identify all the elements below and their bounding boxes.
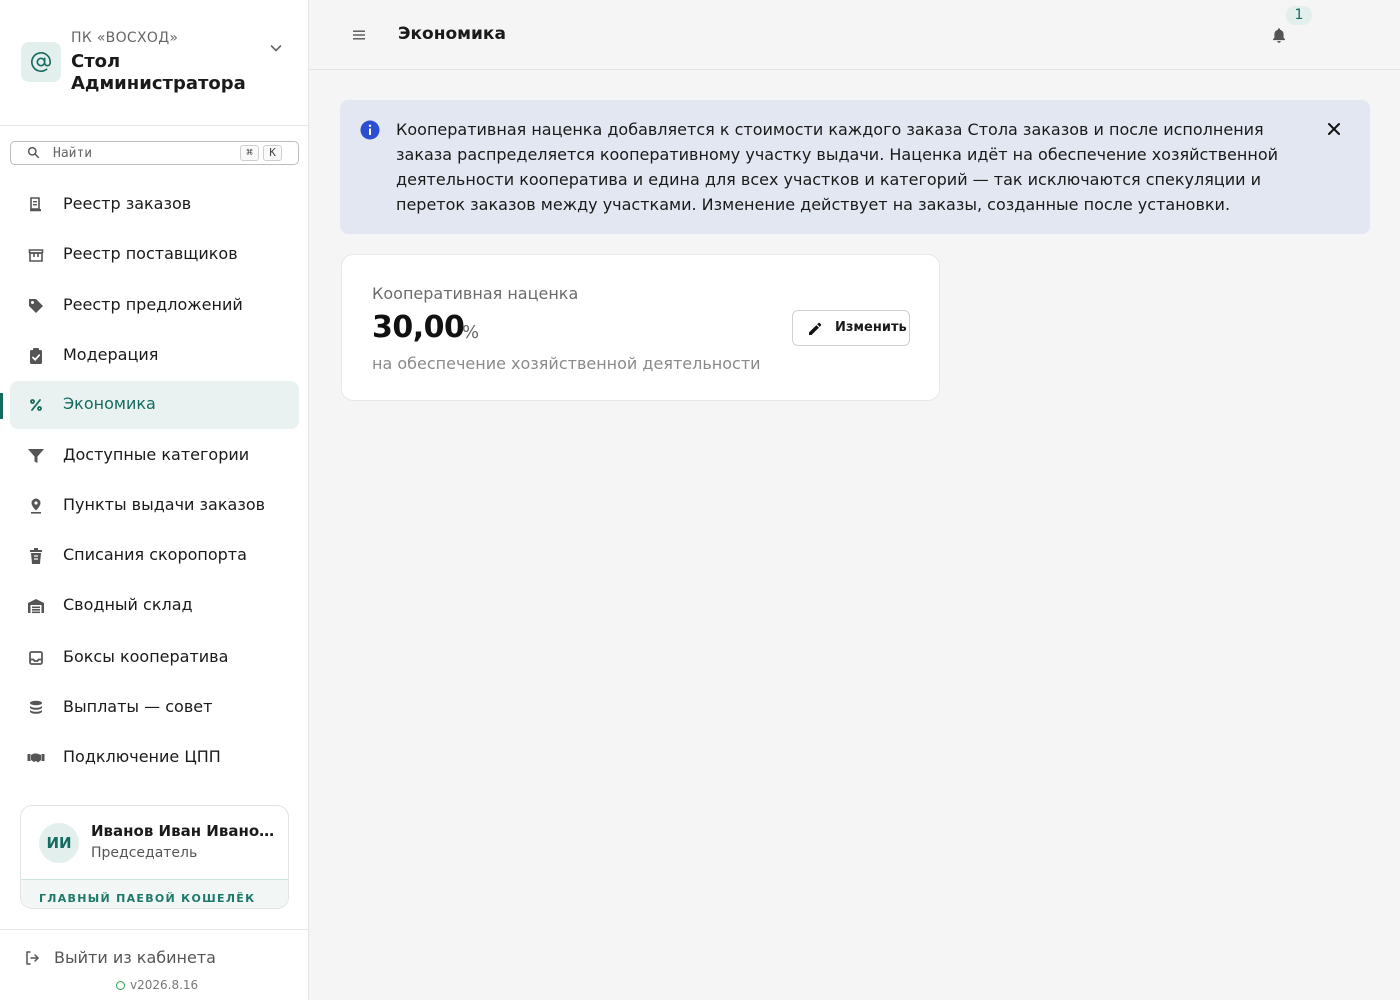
logout-label: Выйти из кабинета bbox=[54, 948, 216, 967]
sidebar-item-offers-registry[interactable]: Реестр предложений bbox=[10, 282, 299, 330]
notification-badge[interactable]: 1 bbox=[1286, 6, 1312, 25]
markup-unit: % bbox=[462, 322, 480, 343]
sidebar-item-label: Реестр поставщиков bbox=[63, 244, 238, 263]
user-role: Председатель bbox=[91, 845, 198, 861]
store-icon bbox=[28, 249, 44, 262]
chevron-down-icon[interactable] bbox=[268, 40, 284, 56]
info-banner: Кооперативная наценка добавляется к стои… bbox=[340, 100, 1370, 234]
sidebar-item-label: Реестр заказов bbox=[63, 194, 192, 213]
handshake-icon bbox=[27, 753, 45, 763]
shortcut-mod-key: ⌘ bbox=[240, 145, 259, 161]
sidebar-item-suppliers-registry[interactable]: Реестр поставщиков bbox=[10, 231, 299, 279]
pencil-icon bbox=[809, 322, 822, 335]
sidebar-item-council-payouts[interactable]: Выплаты — совет bbox=[10, 684, 299, 732]
logout-button[interactable]: Выйти из кабинета bbox=[20, 945, 240, 971]
clipboard-check-icon bbox=[30, 348, 42, 364]
edit-button-label: Изменить bbox=[835, 320, 907, 335]
sidebar-item-perishables-writeoff[interactable]: Списания скоропорта bbox=[10, 532, 299, 580]
version-text: v2026.8.16 bbox=[130, 978, 199, 992]
sidebar-item-available-categories[interactable]: Доступные категории bbox=[10, 432, 299, 480]
shortcut-letter-key: K bbox=[263, 145, 282, 161]
search-icon bbox=[27, 146, 40, 159]
coins-stack-icon bbox=[30, 700, 42, 714]
active-indicator bbox=[0, 393, 3, 419]
percent-icon bbox=[30, 399, 42, 411]
user-card[interactable]: ИИ Иванов Иван Иванович Председатель ГЛА… bbox=[20, 805, 289, 909]
markup-label: Кооперативная наценка bbox=[372, 284, 579, 303]
trash-box-icon bbox=[30, 548, 42, 564]
receipt-icon bbox=[30, 197, 41, 212]
divider bbox=[0, 929, 308, 930]
logout-icon bbox=[26, 951, 39, 965]
sidebar-item-label: Подключение ЦПП bbox=[63, 747, 221, 766]
info-icon bbox=[360, 120, 380, 140]
markup-value: 30,00 bbox=[372, 310, 465, 345]
moon-icon[interactable] bbox=[1325, 22, 1349, 48]
sidebar-item-label: Списания скоропорта bbox=[63, 545, 247, 564]
sidebar-item-label: Доступные категории bbox=[63, 445, 250, 464]
sidebar: ПК «ВОСХОД» Стол Администратора ⌘ K Реес… bbox=[0, 0, 309, 1000]
search-input[interactable] bbox=[53, 144, 233, 162]
warehouse-icon bbox=[28, 599, 44, 614]
sidebar-item-label: Модерация bbox=[63, 345, 159, 364]
search-box[interactable]: ⌘ K bbox=[10, 141, 299, 165]
inbox-icon bbox=[29, 651, 43, 665]
user-name: Иванов Иван Иванович bbox=[91, 822, 276, 840]
sidebar-item-label: Боксы кооператива bbox=[63, 647, 229, 666]
sidebar-item-orders-registry[interactable]: Реестр заказов bbox=[10, 181, 299, 229]
markup-description: на обеспечение хозяйственной деятельност… bbox=[372, 354, 761, 373]
sidebar-item-label: Пункты выдачи заказов bbox=[63, 495, 266, 514]
sidebar-item-coop-boxes[interactable]: Боксы кооператива bbox=[10, 634, 299, 682]
close-icon[interactable] bbox=[1325, 120, 1343, 138]
brand-header[interactable]: ПК «ВОСХОД» Стол Администратора bbox=[0, 0, 308, 126]
page-title: Экономика bbox=[398, 24, 506, 44]
sidebar-item-consolidated-warehouse[interactable]: Сводный склад bbox=[10, 582, 299, 630]
wallet-label[interactable]: ГЛАВНЫЙ ПАЕВОЙ КОШЕЛЁК bbox=[21, 879, 288, 908]
bell-icon[interactable] bbox=[1270, 26, 1288, 44]
menu-icon[interactable] bbox=[351, 27, 367, 43]
sidebar-item-label: Сводный склад bbox=[63, 595, 193, 614]
sidebar-item-label: Экономика bbox=[63, 394, 156, 413]
status-dot-icon bbox=[116, 981, 125, 990]
info-banner-text: Кооперативная наценка добавляется к стои… bbox=[396, 120, 1278, 214]
organization-name: ПК «ВОСХОД» bbox=[71, 30, 179, 46]
tag-icon bbox=[29, 299, 43, 313]
sidebar-item-label: Реестр предложений bbox=[63, 295, 243, 314]
top-bar: Экономика 1 bbox=[309, 0, 1400, 70]
edit-button[interactable]: Изменить bbox=[792, 310, 910, 346]
sidebar-item-cpp-connection[interactable]: Подключение ЦПП bbox=[10, 734, 299, 782]
map-pin-icon bbox=[31, 498, 41, 514]
at-sign-icon bbox=[21, 42, 61, 82]
sidebar-item-economics[interactable]: Экономика bbox=[10, 381, 299, 429]
sidebar-item-moderation[interactable]: Модерация bbox=[10, 332, 299, 380]
avatar: ИИ bbox=[39, 823, 79, 863]
sidebar-item-pickup-points[interactable]: Пункты выдачи заказов bbox=[10, 482, 299, 530]
filter-icon bbox=[28, 449, 44, 463]
markup-card: Кооперативная наценка 30,00 % на обеспеч… bbox=[341, 254, 940, 401]
workspace-title: Стол Администратора bbox=[71, 51, 246, 94]
sidebar-item-label: Выплаты — совет bbox=[63, 697, 213, 716]
